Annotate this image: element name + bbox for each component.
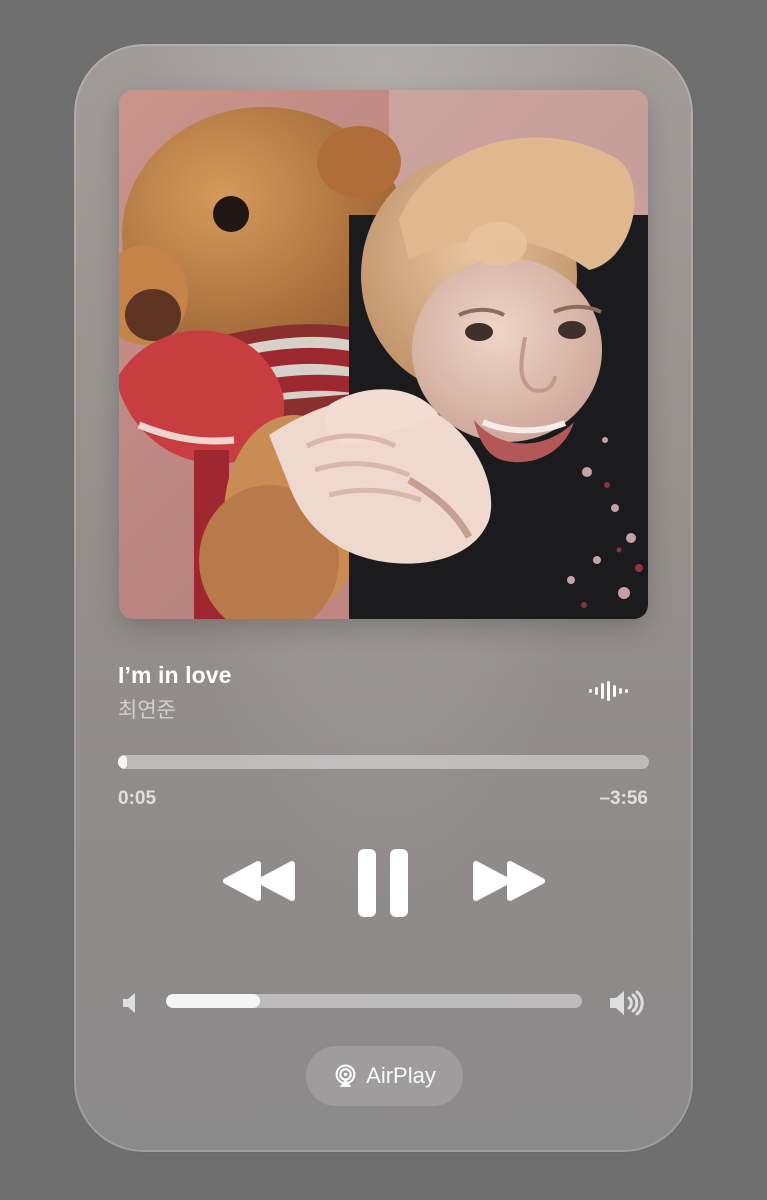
playback-progress-bar[interactable] bbox=[118, 755, 649, 769]
speaker-high-icon bbox=[610, 990, 644, 1016]
airplay-button[interactable]: AirPlay bbox=[306, 1046, 463, 1106]
volume-slider[interactable] bbox=[166, 994, 582, 1008]
waveform-icon bbox=[589, 681, 628, 701]
pause-button[interactable] bbox=[356, 849, 412, 917]
volume-fill bbox=[166, 994, 260, 1008]
speaker-low-icon bbox=[123, 993, 135, 1013]
album-artwork-image bbox=[119, 90, 648, 619]
track-title: I’m in love bbox=[118, 662, 232, 688]
elapsed-time: 0:05 bbox=[118, 788, 157, 809]
rewind-button[interactable] bbox=[220, 860, 298, 902]
fast-forward-icon bbox=[473, 861, 545, 901]
pause-icon bbox=[358, 849, 408, 917]
airplay-icon bbox=[335, 1064, 356, 1087]
playback-progress-fill bbox=[118, 755, 128, 769]
now-playing-card: I’m in love 최연준 0:05 –3:56 AirPlay bbox=[74, 44, 693, 1152]
track-artist[interactable]: 최연준 bbox=[118, 694, 176, 724]
rewind-icon bbox=[223, 861, 295, 901]
fast-forward-button[interactable] bbox=[470, 860, 548, 902]
remaining-time: –3:56 bbox=[599, 788, 648, 809]
album-artwork bbox=[119, 90, 648, 619]
airplay-label: AirPlay bbox=[366, 1063, 436, 1088]
